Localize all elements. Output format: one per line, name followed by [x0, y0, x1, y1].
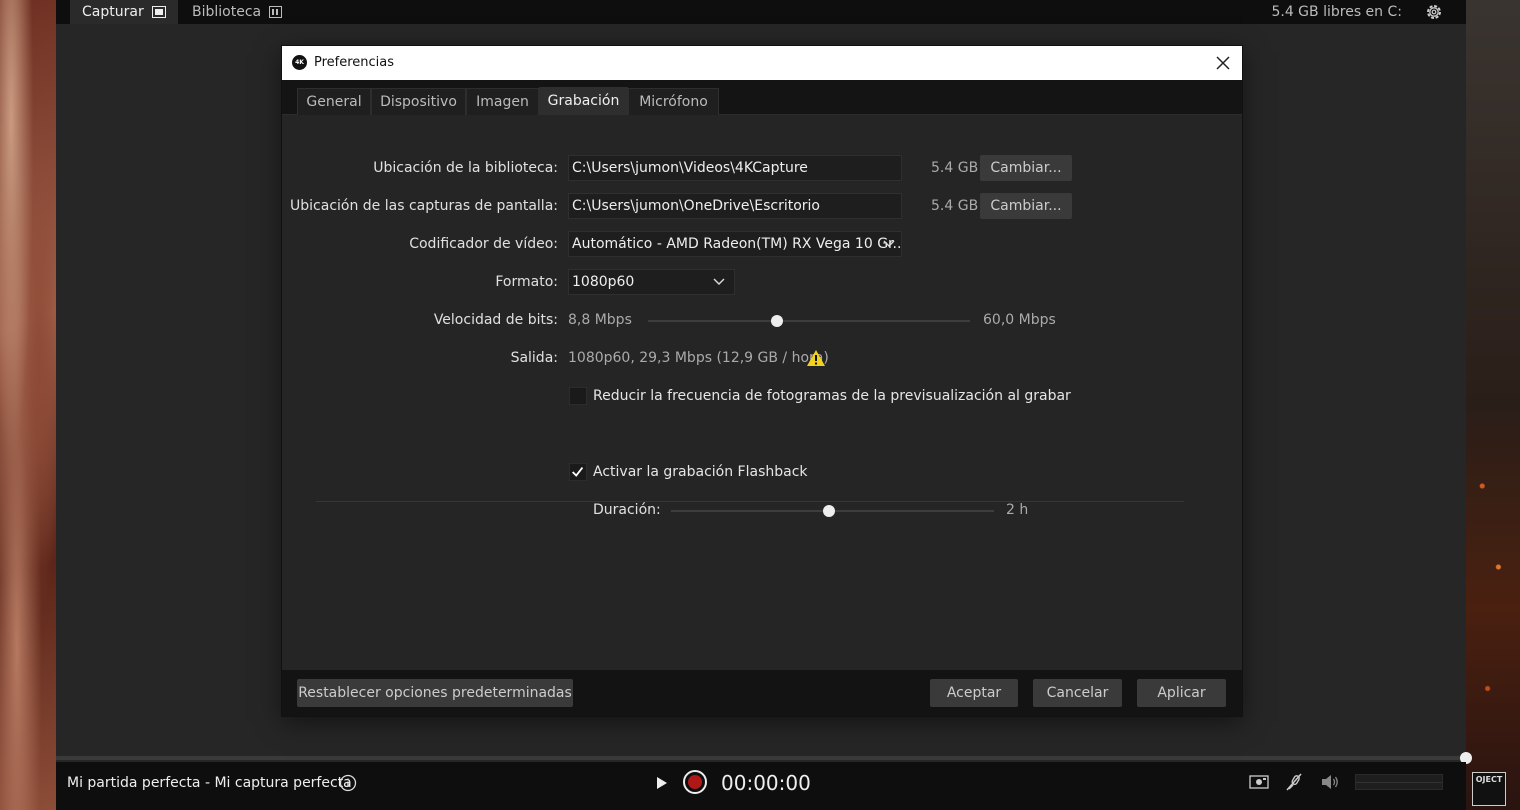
info-icon[interactable]	[339, 774, 357, 792]
timeline-track[interactable]	[56, 756, 1466, 760]
chevron-down-icon	[713, 278, 725, 285]
tab-library[interactable]: Biblioteca	[180, 0, 294, 24]
duration-value: 2 h	[1006, 502, 1029, 518]
screenshot-icon[interactable]	[1249, 774, 1269, 790]
output-value: 1080p60, 29,3 Mbps (12,9 GB / hora)	[568, 350, 829, 366]
gear-icon[interactable]	[1424, 2, 1444, 22]
format-select[interactable]: 1080p60	[568, 269, 735, 295]
bitrate-slider-track[interactable]	[648, 320, 970, 322]
volume-meter[interactable]	[1355, 774, 1443, 790]
flashback-checkbox[interactable]	[569, 463, 587, 481]
duration-label: Duración:	[593, 502, 661, 518]
microphone-muted-icon[interactable]	[1284, 772, 1304, 792]
bitrate-label: Velocidad de bits:	[433, 312, 558, 328]
tab-microphone[interactable]: Micrófono	[628, 88, 719, 115]
screenshots-location-label: Ubicación de las capturas de pantalla:	[290, 198, 558, 214]
recording-settings-panel: Ubicación de la biblioteca: C:\Users\jum…	[282, 115, 1242, 670]
apply-button[interactable]: Aplicar	[1137, 679, 1226, 707]
game-logo: OJECT	[1472, 772, 1506, 806]
library-location-field[interactable]: C:\Users\jumon\Videos\4KCapture	[568, 155, 902, 181]
format-label: Formato:	[495, 274, 558, 290]
tab-library-label: Biblioteca	[192, 4, 262, 20]
video-encoder-label: Codificador de vídeo:	[409, 236, 558, 252]
reduce-preview-label[interactable]: Reducir la frecuencia de fotogramas de l…	[593, 384, 1071, 408]
change-screenshots-button[interactable]: Cambiar...	[980, 193, 1072, 219]
checkmark-icon	[572, 467, 584, 477]
dialog-title-bar: 4K Preferencias	[282, 46, 1242, 80]
screenshots-location-field[interactable]: C:\Users\jumon\OneDrive\Escritorio	[568, 193, 902, 219]
dialog-tabs: General Dispositivo Imagen Grabación Mic…	[282, 80, 1242, 115]
recording-timer: 00:00:00	[721, 771, 811, 795]
bitrate-max-label: 60,0 Mbps	[983, 312, 1056, 328]
capture-icon	[151, 6, 166, 18]
cancel-button[interactable]: Cancelar	[1033, 679, 1122, 707]
duration-slider-handle[interactable]	[823, 505, 836, 517]
bitrate-slider-handle[interactable]	[770, 315, 783, 327]
free-space-label: 5.4 GB libres en C:	[1271, 4, 1402, 20]
video-encoder-select[interactable]: Automático - AMD Radeon(TM) RX Vega 10 G…	[568, 231, 902, 257]
library-size-label: 5.4 GB	[931, 160, 979, 176]
project-name: Mi partida perfecta - Mi captura perfect…	[67, 775, 352, 791]
tab-device[interactable]: Dispositivo	[371, 88, 466, 115]
video-encoder-value: Automático - AMD Radeon(TM) RX Vega 10 G…	[572, 236, 902, 252]
warning-icon[interactable]	[806, 349, 826, 367]
format-value: 1080p60	[572, 274, 635, 290]
screenshots-size-label: 5.4 GB	[931, 198, 979, 214]
accept-button[interactable]: Aceptar	[930, 679, 1018, 707]
desktop-wallpaper-right: OJECT	[1466, 0, 1520, 810]
record-button[interactable]	[683, 770, 707, 794]
dialog-footer: Restablecer opciones predeterminadas Ace…	[282, 670, 1242, 716]
tab-image[interactable]: Imagen	[466, 88, 539, 115]
output-label: Salida:	[510, 350, 558, 366]
app-bottom-bar: Mi partida perfecta - Mi captura perfect…	[56, 762, 1466, 810]
dialog-title: Preferencias	[314, 55, 395, 70]
bitrate-min-label: 8,8 Mbps	[568, 312, 632, 328]
app-logo-icon: 4K	[292, 55, 307, 70]
close-icon[interactable]	[1214, 54, 1232, 72]
desktop-wallpaper-left	[0, 0, 56, 810]
chevron-down-icon	[883, 240, 895, 247]
play-icon[interactable]	[654, 774, 670, 792]
section-divider	[316, 501, 1184, 502]
library-icon	[269, 6, 282, 18]
tab-capture-label: Capturar	[82, 4, 144, 20]
change-library-button[interactable]: Cambiar...	[980, 155, 1072, 181]
app-top-bar: Capturar Biblioteca 5.4 GB libres en C:	[56, 0, 1466, 24]
speaker-icon[interactable]	[1320, 773, 1340, 791]
reset-defaults-button[interactable]: Restablecer opciones predeterminadas	[297, 679, 573, 707]
tab-recording[interactable]: Grabación	[539, 87, 628, 115]
tab-general[interactable]: General	[297, 88, 371, 115]
tab-capture[interactable]: Capturar	[70, 0, 178, 24]
flashback-label[interactable]: Activar la grabación Flashback	[593, 460, 808, 484]
preferences-dialog: 4K Preferencias General Dispositivo Imag…	[282, 46, 1242, 716]
library-location-label: Ubicación de la biblioteca:	[373, 160, 558, 176]
reduce-preview-checkbox[interactable]	[569, 387, 587, 405]
